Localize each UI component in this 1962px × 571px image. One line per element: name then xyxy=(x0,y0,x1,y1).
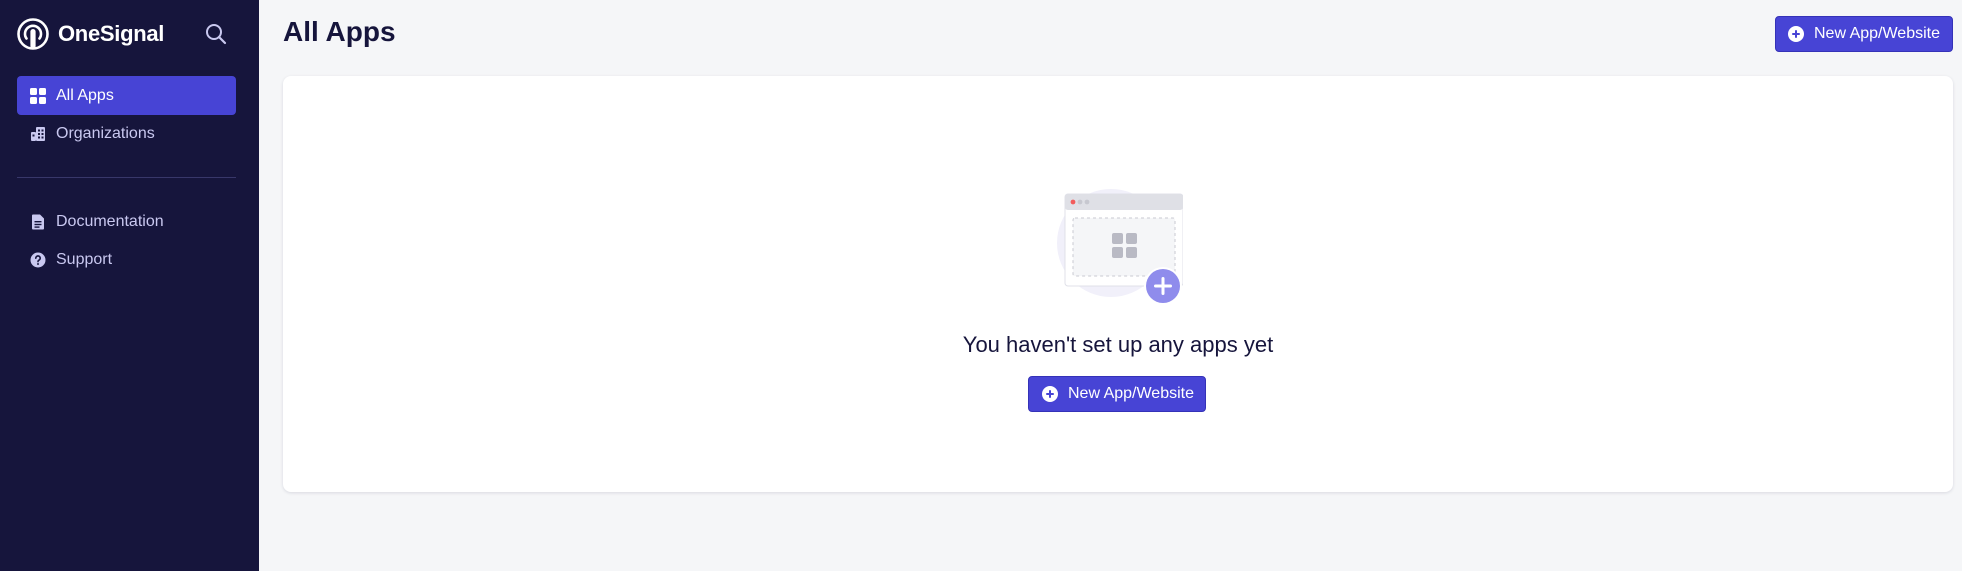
brand-name: OneSignal xyxy=(58,21,165,46)
onesignal-logo-icon xyxy=(17,18,49,50)
sidebar-item-documentation[interactable]: Documentation xyxy=(17,202,236,241)
sidebar-item-label: Organizations xyxy=(56,124,155,142)
document-icon xyxy=(29,213,46,230)
plus-circle-icon xyxy=(1788,26,1804,42)
new-app-button-label: New App/Website xyxy=(1068,385,1194,402)
search-icon xyxy=(206,24,227,45)
empty-apps-illustration xyxy=(1057,189,1183,305)
sidebar-item-label: All Apps xyxy=(56,86,114,104)
sidebar-divider xyxy=(17,177,236,178)
help-icon xyxy=(29,251,46,268)
empty-state-card: You haven't set up any apps yet New App/… xyxy=(283,76,1953,492)
brand[interactable]: OneSignal xyxy=(17,17,164,51)
plus-circle-icon xyxy=(1042,386,1058,402)
new-app-button-label: New App/Website xyxy=(1814,25,1940,42)
sidebar: OneSignal All Apps Organizations Documen… xyxy=(0,0,259,571)
building-icon xyxy=(29,125,46,142)
new-app-button-empty-state[interactable]: New App/Website xyxy=(1028,376,1206,412)
sidebar-item-organizations[interactable]: Organizations xyxy=(17,114,236,153)
empty-state-message: You haven't set up any apps yet xyxy=(962,332,1274,357)
sidebar-item-label: Support xyxy=(56,250,113,268)
page-title: All Apps xyxy=(283,16,396,47)
grid-icon xyxy=(29,87,46,104)
sidebar-item-all-apps[interactable]: All Apps xyxy=(17,76,236,115)
sidebar-item-support[interactable]: Support xyxy=(17,240,236,279)
sidebar-item-label: Documentation xyxy=(56,212,164,230)
new-app-button[interactable]: New App/Website xyxy=(1775,16,1953,52)
search-button[interactable] xyxy=(202,20,230,48)
